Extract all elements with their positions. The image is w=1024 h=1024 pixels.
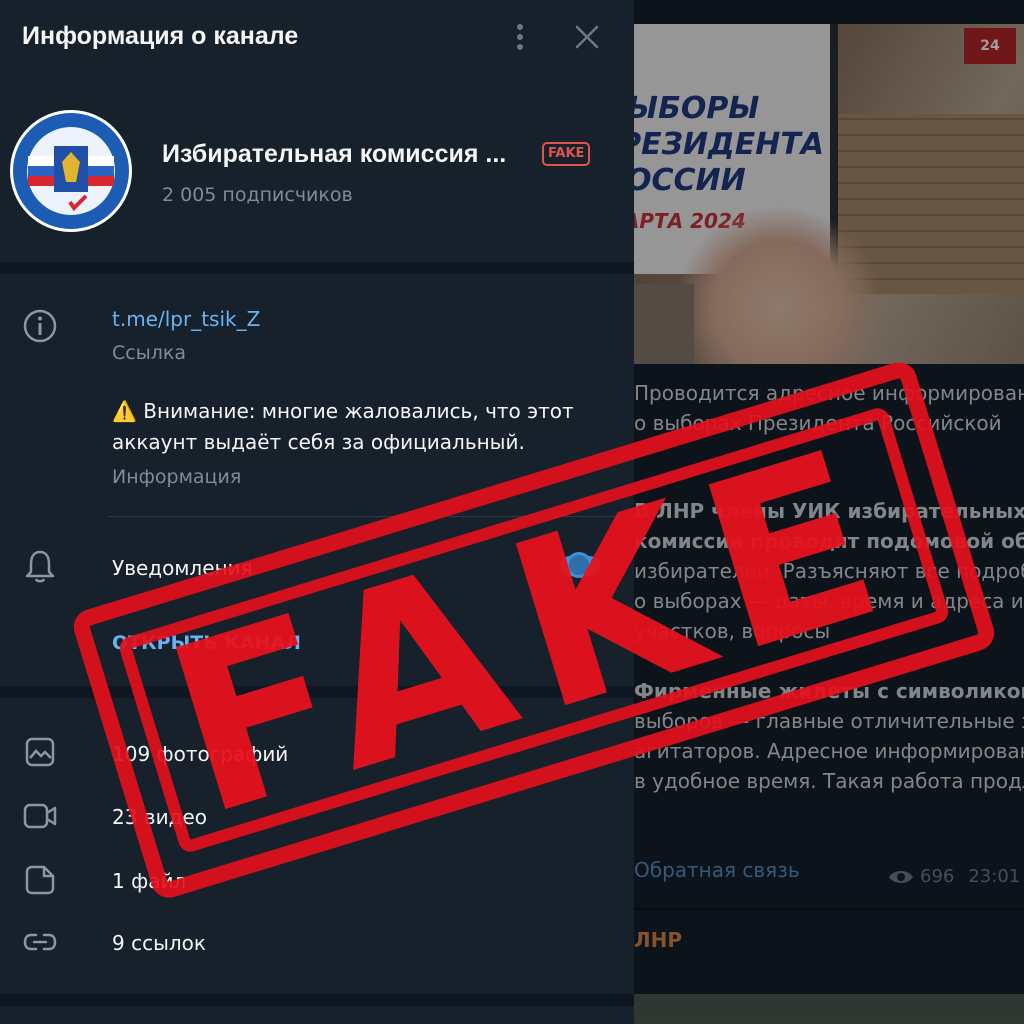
media-photos[interactable]: 109 фотографий bbox=[112, 742, 288, 766]
toggle-knob bbox=[566, 552, 592, 578]
channel-name: Избирательная комиссия ... bbox=[162, 140, 507, 168]
notifications-label: Уведомления bbox=[112, 556, 253, 580]
more-options-icon[interactable] bbox=[508, 22, 532, 54]
media-links[interactable]: 9 ссылок bbox=[112, 931, 206, 955]
warning-text: ⚠️ Внимание: многие жаловались, что этот… bbox=[112, 396, 612, 458]
section-divider bbox=[0, 994, 634, 1006]
media-files[interactable]: 1 файл bbox=[112, 869, 186, 893]
info-icon bbox=[23, 309, 57, 343]
thin-divider bbox=[108, 516, 634, 517]
channel-avatar[interactable] bbox=[10, 110, 132, 232]
image-icon bbox=[25, 737, 55, 767]
election-commission-emblem bbox=[13, 113, 129, 229]
media-videos[interactable]: 23 видео bbox=[112, 805, 207, 829]
file-icon bbox=[25, 865, 55, 895]
link-icon bbox=[23, 933, 57, 951]
panel-title: Информация о канале bbox=[22, 22, 299, 50]
section-divider bbox=[0, 262, 634, 274]
close-icon[interactable] bbox=[574, 24, 600, 50]
warning-icon: ⚠️ bbox=[112, 399, 137, 423]
section-divider bbox=[0, 686, 634, 698]
fake-badge: FAKE bbox=[542, 142, 591, 166]
video-icon bbox=[23, 803, 57, 829]
bell-icon bbox=[25, 550, 55, 583]
channel-link[interactable]: t.me/lpr_tsik_Z bbox=[112, 307, 260, 331]
panel-header: Информация о канале bbox=[0, 0, 634, 76]
dim-overlay bbox=[634, 0, 1024, 1024]
link-label: Ссылка bbox=[112, 342, 186, 364]
warning-message: Внимание: многие жаловались, что этот ак… bbox=[112, 399, 574, 454]
subscribers-count: 2 005 подписчиков bbox=[162, 184, 353, 206]
open-channel-button[interactable]: ОТКРЫТЬ КАНАЛ bbox=[112, 632, 301, 654]
info-label: Информация bbox=[112, 466, 242, 488]
channel-info-panel: Информация о канале Избирательная комисс… bbox=[0, 0, 634, 1024]
